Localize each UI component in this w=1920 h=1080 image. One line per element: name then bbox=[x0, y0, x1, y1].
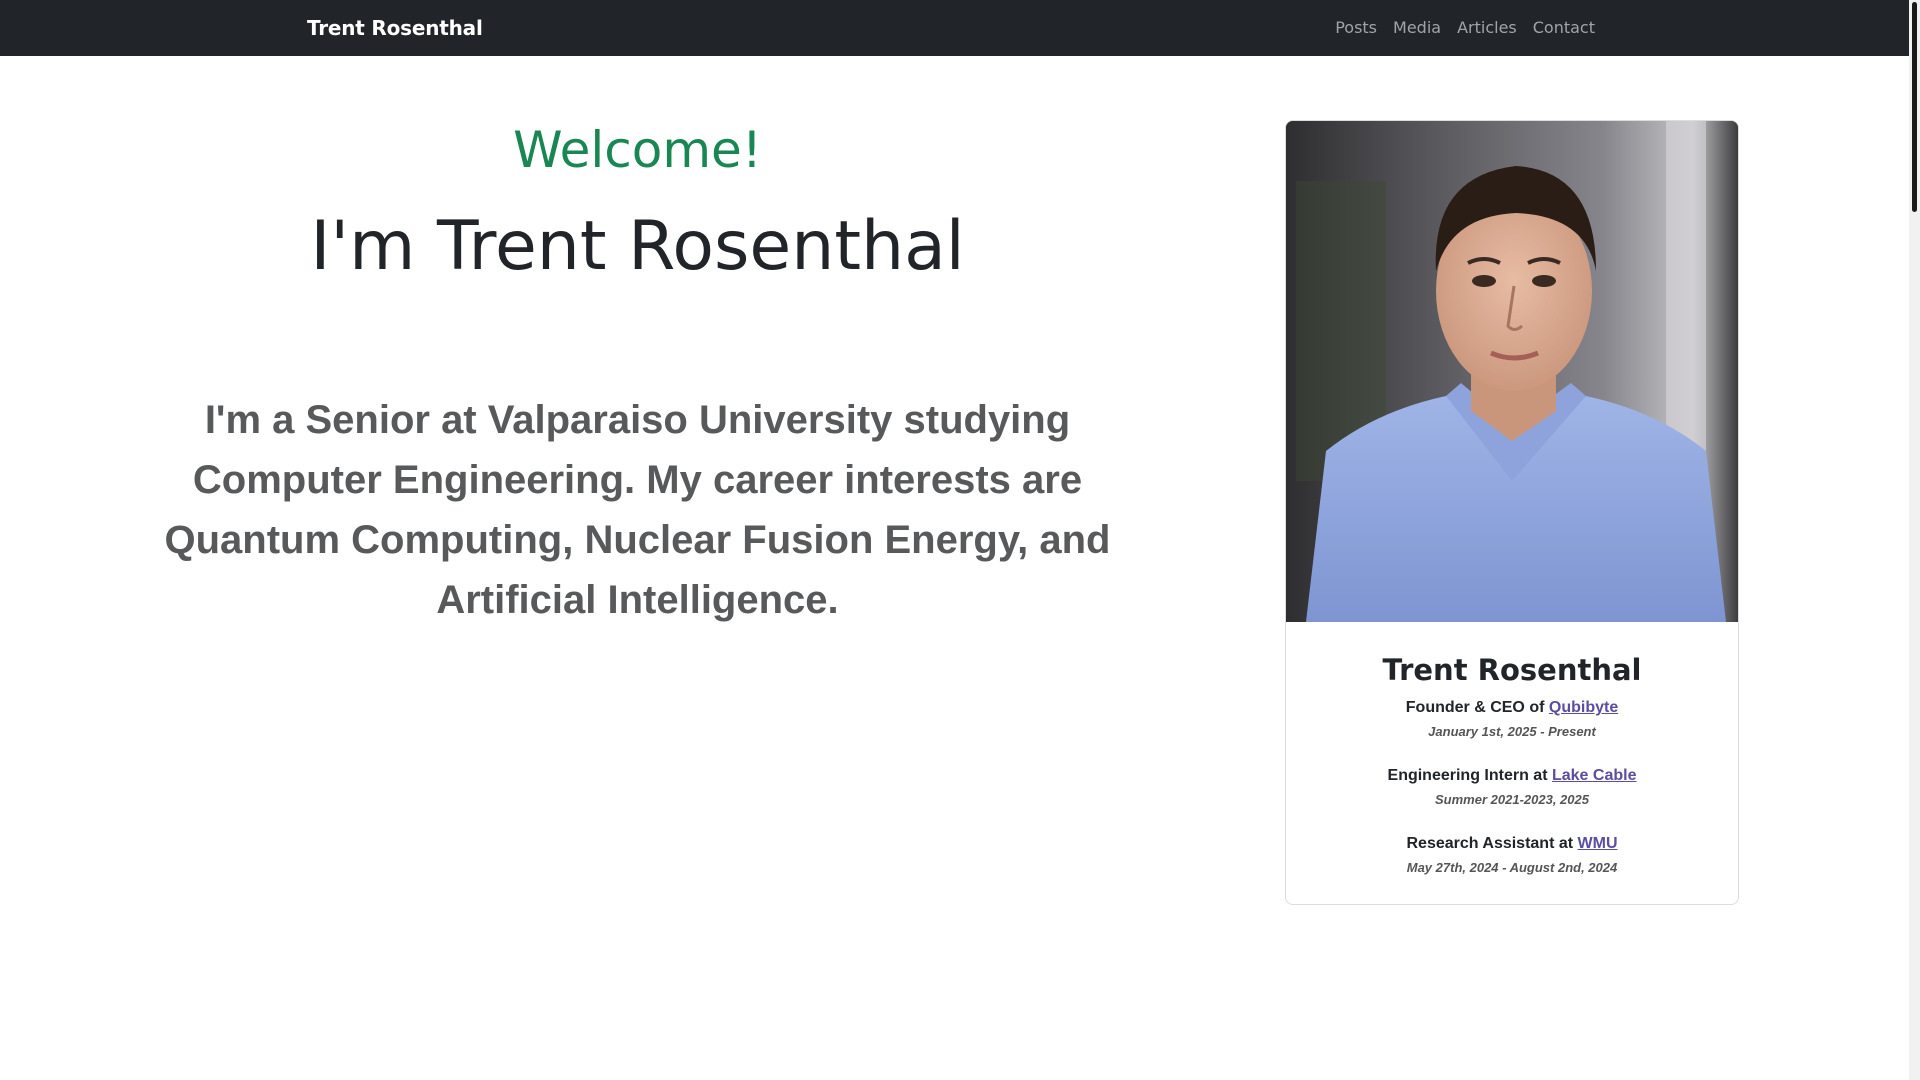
role-title: Founder & CEO of bbox=[1405, 699, 1545, 716]
role-title: Research Assistant at bbox=[1406, 835, 1574, 852]
role-dates: January 1st, 2025 - Present bbox=[1428, 724, 1596, 739]
hero-name-heading: I'm Trent Rosenthal bbox=[310, 207, 965, 286]
nav-link-articles[interactable]: Articles bbox=[1457, 18, 1517, 37]
role-wmu: Research Assistant at WMU bbox=[1286, 834, 1738, 854]
scrollbar-thumb[interactable] bbox=[1912, 2, 1917, 212]
role-title: Engineering Intern at bbox=[1387, 767, 1548, 784]
bio-text: I'm a Senior at Valparaiso University st… bbox=[164, 398, 1111, 622]
wmu-link[interactable]: WMU bbox=[1578, 835, 1618, 852]
hero-section: Welcome! I'm Trent Rosenthal bbox=[160, 110, 1115, 292]
nav-links: Posts Media Articles Contact bbox=[1335, 18, 1595, 37]
nav-link-contact[interactable]: Contact bbox=[1533, 18, 1595, 37]
nav-link-posts[interactable]: Posts bbox=[1335, 18, 1377, 37]
card-name: Trent Rosenthal bbox=[1382, 653, 1642, 687]
profile-photo bbox=[1286, 121, 1738, 622]
lake-cable-link[interactable]: Lake Cable bbox=[1552, 767, 1636, 784]
card-body: Trent Rosenthal Founder & CEO of Qubibyt… bbox=[1286, 622, 1738, 876]
portrait-illustration bbox=[1286, 121, 1738, 622]
role-lake-cable: Engineering Intern at Lake Cable bbox=[1286, 766, 1738, 786]
role-dates: Summer 2021-2023, 2025 bbox=[1435, 792, 1589, 807]
welcome-heading: Welcome! bbox=[513, 121, 762, 179]
qubibyte-link[interactable]: Qubibyte bbox=[1549, 699, 1618, 716]
profile-card: Trent Rosenthal Founder & CEO of Qubibyt… bbox=[1285, 120, 1739, 905]
role-qubibyte: Founder & CEO of Qubibyte bbox=[1286, 698, 1738, 718]
top-navbar: Trent Rosenthal Posts Media Articles Con… bbox=[0, 0, 1909, 56]
role-dates: May 27th, 2024 - August 2nd, 2024 bbox=[1406, 860, 1618, 875]
brand-link[interactable]: Trent Rosenthal bbox=[307, 16, 483, 40]
nav-link-media[interactable]: Media bbox=[1393, 18, 1441, 37]
